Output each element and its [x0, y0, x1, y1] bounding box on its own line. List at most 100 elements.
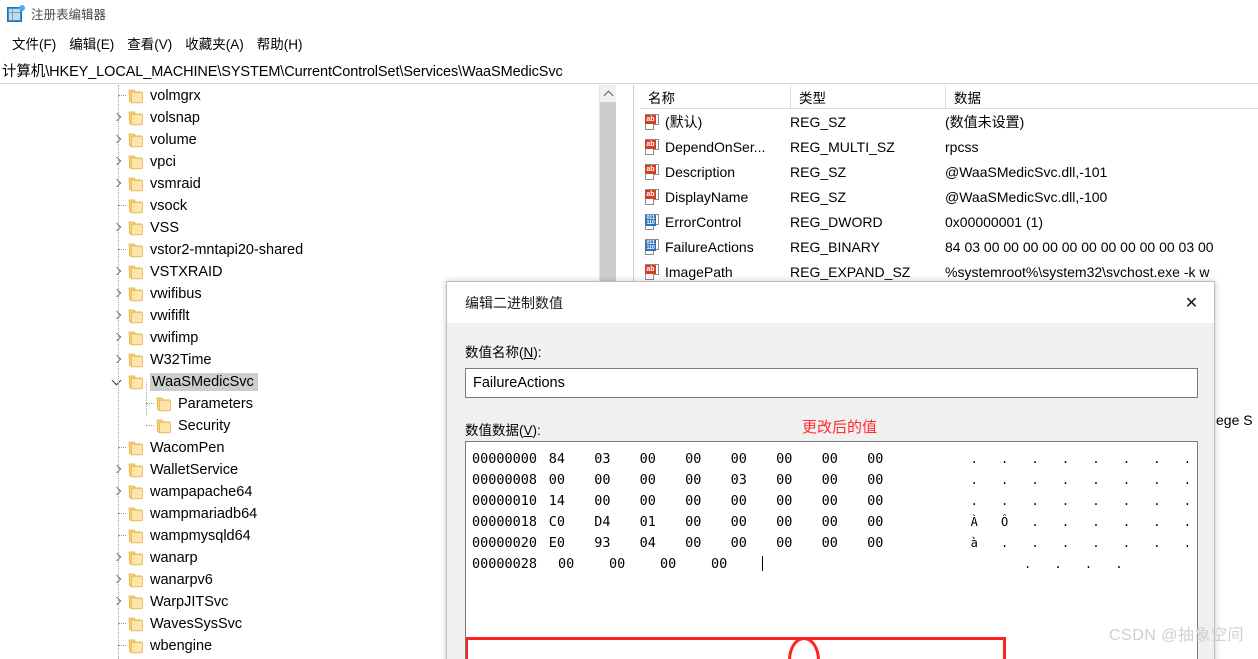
hex-byte[interactable]: 00: [867, 514, 912, 530]
column-header-name[interactable]: 名称: [640, 85, 790, 109]
hex-byte[interactable]: 00: [660, 556, 711, 572]
hex-byte[interactable]: 00: [711, 556, 762, 572]
value-name-input[interactable]: FailureActions: [465, 368, 1198, 398]
tree-item-label: VSTXRAID: [150, 264, 223, 280]
hex-byte[interactable]: 00: [594, 493, 639, 509]
hex-byte[interactable]: 00: [776, 493, 821, 509]
value-row[interactable]: ab (默认) REG_SZ (数值未设置): [640, 109, 1258, 134]
hex-byte[interactable]: 00: [640, 451, 685, 467]
close-icon[interactable]: ✕: [1169, 282, 1214, 323]
hex-byte[interactable]: 00: [867, 493, 912, 509]
tree-item-vpci[interactable]: vpci: [0, 151, 616, 173]
folder-icon: [127, 485, 144, 500]
hex-byte[interactable]: 00: [822, 535, 867, 551]
hex-byte[interactable]: 00: [776, 451, 821, 467]
value-data-label: 数值数据(V):: [465, 419, 541, 439]
hex-row[interactable]: 00000000 84 03 00 00 00 00 00 00. . . . . . . .: [466, 448, 1197, 469]
hex-byte[interactable]: 00: [731, 493, 776, 509]
menu-edit[interactable]: 编辑(E): [63, 31, 121, 55]
hex-byte[interactable]: 00: [776, 514, 821, 530]
hex-byte[interactable]: 00: [867, 535, 912, 551]
hex-byte[interactable]: 00: [822, 451, 867, 467]
tree-item-vsmraid[interactable]: vsmraid: [0, 173, 616, 195]
hex-byte[interactable]: 00: [776, 535, 821, 551]
hex-ascii: à . . . . . . .: [970, 535, 1198, 550]
column-header-type[interactable]: 类型: [790, 85, 945, 109]
hex-byte[interactable]: E0: [549, 535, 594, 551]
value-row[interactable]: 011 110 FailureActions REG_BINARY 84 03 00 0…: [640, 234, 1258, 259]
folder-icon: [127, 155, 144, 170]
hex-editor[interactable]: 00000000 84 03 00 00 00 00 00 00. . . . . . . .0…: [465, 441, 1198, 659]
hex-byte[interactable]: 03: [594, 451, 639, 467]
value-row[interactable]: ab DependOnSer... REG_MULTI_SZ rpcss: [640, 134, 1258, 159]
address-bar[interactable]: 计算机\HKEY_LOCAL_MACHINE\SYSTEM\CurrentCon…: [0, 58, 1258, 84]
value-name-text: FailureActions: [665, 238, 754, 255]
hex-byte[interactable]: 84: [549, 451, 594, 467]
menu-help[interactable]: 帮助(H): [251, 31, 310, 55]
hex-byte[interactable]: D4: [594, 514, 639, 530]
value-row[interactable]: ab DisplayName REG_SZ @WaaSMedicSvc.dll,-10…: [640, 184, 1258, 209]
hex-row[interactable]: 00000010 14 00 00 00 00 00 00 00. . . . . . . .: [466, 490, 1197, 511]
value-name-text: Description: [665, 163, 736, 180]
hex-byte[interactable]: 00: [685, 493, 730, 509]
tree-item-label: vsmraid: [150, 176, 201, 192]
tree-item-label: WacomPen: [150, 440, 225, 456]
hex-byte[interactable]: 00: [609, 556, 660, 572]
value-row[interactable]: ab Description REG_SZ @WaaSMedicSvc.dll,-10…: [640, 159, 1258, 184]
hex-byte[interactable]: 03: [731, 472, 776, 488]
hex-byte[interactable]: 00: [822, 472, 867, 488]
menu-view[interactable]: 查看(V): [121, 31, 179, 55]
hex-byte[interactable]: 00: [822, 493, 867, 509]
tree-item-label: volume: [150, 132, 197, 148]
hex-byte[interactable]: 93: [594, 535, 639, 551]
menu-bar: 文件(F) 编辑(E) 查看(V) 收藏夹(A) 帮助(H): [0, 31, 1258, 55]
hex-offset: 00000018: [472, 513, 538, 530]
value-data-label-pre: 数值数据(: [465, 423, 524, 438]
hex-byte[interactable]: 14: [549, 493, 594, 509]
hex-byte[interactable]: 00: [549, 472, 594, 488]
hex-byte[interactable]: 00: [594, 472, 639, 488]
hex-byte[interactable]: 00: [685, 451, 730, 467]
menu-file[interactable]: 文件(F): [6, 31, 63, 55]
tree-item-vstor2-mntapi20-shared[interactable]: vstor2-mntapi20-shared: [0, 239, 616, 261]
hex-byte[interactable]: 00: [867, 472, 912, 488]
red-highlight-rectangle: [466, 637, 1006, 659]
tree-item-volmgrx[interactable]: volmgrx: [0, 85, 616, 107]
tree-item-vstxraid[interactable]: VSTXRAID: [0, 261, 616, 283]
hex-row[interactable]: 00000020 E0 93 04 00 00 00 00 00 à . . . . . . .: [466, 532, 1198, 553]
tree-item-vsock[interactable]: vsock: [0, 195, 616, 217]
hex-byte[interactable]: C0: [549, 514, 594, 530]
hex-offset: 00000010: [472, 492, 538, 509]
hex-row[interactable]: 00000018 C0 D4 01 00 00 00 00 00 À Ô . . . . . .: [466, 511, 1197, 532]
tree-item-label: volsnap: [150, 110, 200, 126]
tree-item-label: WalletService: [150, 462, 239, 478]
hex-byte[interactable]: 00: [640, 472, 685, 488]
tree-item-label: Parameters: [178, 396, 253, 412]
menu-favorites[interactable]: 收藏夹(A): [179, 31, 251, 55]
value-name-cell: 011 110 FailureActions: [640, 238, 790, 255]
hex-byte[interactable]: 00: [685, 472, 730, 488]
tree-item-label: wampmariadb64: [150, 506, 258, 522]
hex-byte[interactable]: 01: [640, 514, 685, 530]
hex-byte[interactable]: 00: [867, 451, 912, 467]
hex-row[interactable]: 00000008 00 00 00 00 03 00 00 00. . . . . . . .: [466, 469, 1197, 490]
column-header-data[interactable]: 数据: [945, 85, 1258, 109]
folder-icon: [127, 243, 144, 258]
hex-byte[interactable]: 00: [685, 514, 730, 530]
hex-byte[interactable]: 00: [558, 556, 609, 572]
hex-byte[interactable]: 00: [731, 451, 776, 467]
tree-item-vss[interactable]: VSS: [0, 217, 616, 239]
hex-byte[interactable]: 00: [822, 514, 867, 530]
hex-byte[interactable]: 00: [685, 535, 730, 551]
tree-item-volsnap[interactable]: volsnap: [0, 107, 616, 129]
value-row[interactable]: 011 110 ErrorControl REG_DWORD 0x00000001 (1…: [640, 209, 1258, 234]
hex-byte[interactable]: 00: [640, 493, 685, 509]
scroll-up-arrow-icon[interactable]: [600, 85, 616, 102]
hex-byte[interactable]: 04: [640, 535, 685, 551]
hex-byte[interactable]: 00: [731, 535, 776, 551]
hex-byte[interactable]: 00: [776, 472, 821, 488]
value-name-input-text: FailureActions: [473, 375, 565, 391]
hex-byte[interactable]: 00: [731, 514, 776, 530]
tree-item-volume[interactable]: volume: [0, 129, 616, 151]
hex-row[interactable]: 00000028 00 00 00 00. . . .: [466, 553, 1197, 574]
